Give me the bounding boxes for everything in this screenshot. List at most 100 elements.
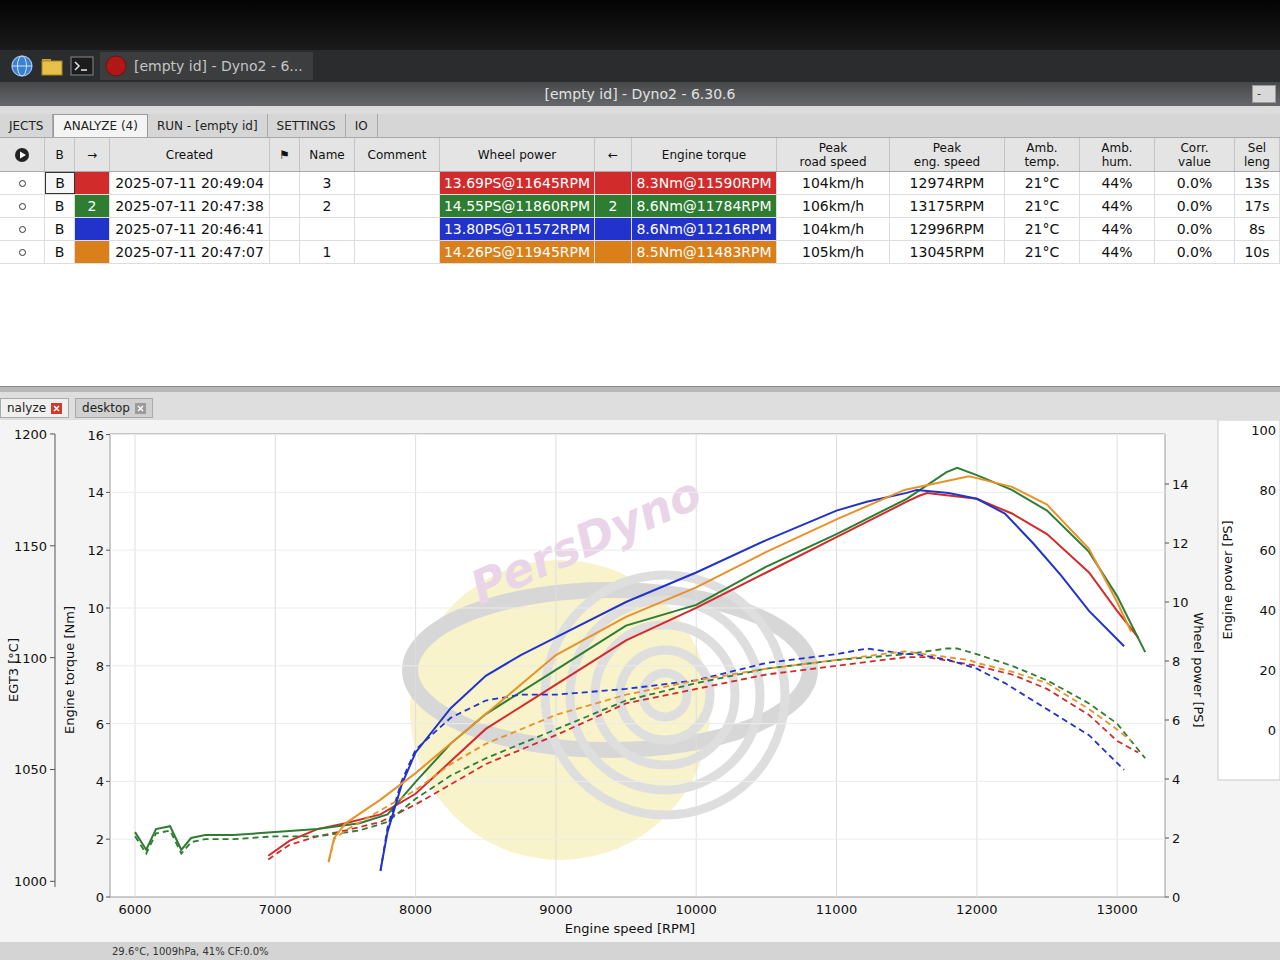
panel-tab[interactable]: nalyze [0, 398, 69, 418]
row-cell[interactable]: B [45, 218, 75, 240]
row-cell[interactable]: 8.6Nm@11784RPM [632, 195, 777, 217]
row-cell[interactable]: 44% [1080, 172, 1155, 194]
header-cell[interactable]: Amb.temp. [1005, 138, 1080, 171]
row-cell[interactable] [355, 218, 440, 240]
task-button[interactable]: [empty id] - Dyno2 - 6... [100, 52, 313, 80]
main-tab[interactable]: ANALYZE (4) [53, 114, 147, 137]
row-cell[interactable]: 17s [1235, 195, 1280, 217]
row-cell[interactable] [270, 172, 300, 194]
row-cell[interactable]: 0.0% [1155, 172, 1235, 194]
header-cell[interactable]: Corr.value [1155, 138, 1235, 171]
close-icon[interactable] [135, 403, 146, 414]
row-cell[interactable]: 8.3Nm@11590RPM [632, 172, 777, 194]
row-cell[interactable]: 105km/h [777, 241, 890, 263]
row-cell[interactable]: B [45, 241, 75, 263]
row-cell[interactable]: 21°C [1005, 241, 1080, 263]
row-cell[interactable]: 0.0% [1155, 218, 1235, 240]
header-cell[interactable]: Peakeng. speed [890, 138, 1005, 171]
row-cell[interactable]: 2 [75, 195, 110, 217]
row-cell[interactable] [595, 218, 632, 240]
panel-tab[interactable]: desktop [75, 398, 153, 418]
row-cell[interactable]: 0.0% [1155, 241, 1235, 263]
row-cell[interactable]: 13175RPM [890, 195, 1005, 217]
row-cell[interactable] [75, 218, 110, 240]
header-cell[interactable]: Engine torque [632, 138, 777, 171]
header-cell[interactable]: B [45, 138, 75, 171]
folder-icon[interactable] [40, 54, 64, 78]
window-button[interactable]: - [1252, 85, 1276, 103]
row-cell[interactable]: 3 [300, 172, 355, 194]
row-cell[interactable]: 14.26PS@11945RPM [440, 241, 595, 263]
row-cell[interactable]: 21°C [1005, 195, 1080, 217]
row-cell[interactable]: 2025-07-11 20:49:04 [110, 172, 270, 194]
row-cell[interactable] [75, 172, 110, 194]
row-cell[interactable]: 13.80PS@11572RPM [440, 218, 595, 240]
row-cell[interactable] [355, 241, 440, 263]
main-tab[interactable]: JECTS [0, 114, 53, 137]
tab-label: IO [355, 119, 368, 133]
row-cell[interactable]: 13045RPM [890, 241, 1005, 263]
row-cell[interactable]: 8.5Nm@11483RPM [632, 241, 777, 263]
row-cell[interactable]: 104km/h [777, 172, 890, 194]
table-row[interactable]: B 2025-07-11 20:49:04 3 13.69PS@11645RPM 8.3… [0, 172, 1280, 195]
row-cell[interactable]: 21°C [1005, 218, 1080, 240]
row-radio[interactable] [19, 180, 26, 187]
main-tab[interactable]: IO [346, 114, 378, 137]
header-cell[interactable]: Wheel power [440, 138, 595, 171]
header-cell[interactable]: ← [595, 138, 632, 171]
row-radio[interactable] [19, 249, 26, 256]
row-cell[interactable] [355, 172, 440, 194]
row-cell[interactable]: 2025-07-11 20:47:07 [110, 241, 270, 263]
row-cell[interactable]: 12996RPM [890, 218, 1005, 240]
row-cell[interactable]: 13s [1235, 172, 1280, 194]
row-cell[interactable] [75, 241, 110, 263]
header-cell[interactable]: Comment [355, 138, 440, 171]
row-cell[interactable]: B [45, 195, 75, 217]
row-cell[interactable] [270, 195, 300, 217]
row-radio[interactable] [19, 203, 26, 210]
row-cell[interactable]: 8s [1235, 218, 1280, 240]
globe-icon[interactable] [10, 54, 34, 78]
row-cell[interactable]: 8.6Nm@11216RPM [632, 218, 777, 240]
header-cell[interactable]: ⚑ [270, 138, 300, 171]
terminal-icon[interactable] [70, 54, 94, 78]
header-cell[interactable]: Peakroad speed [777, 138, 890, 171]
play-icon[interactable] [14, 147, 30, 163]
main-tab[interactable]: SETTINGS [268, 114, 346, 137]
header-cell[interactable]: → [75, 138, 110, 171]
row-cell[interactable]: 14.55PS@11860RPM [440, 195, 595, 217]
row-cell[interactable]: 13.69PS@11645RPM [440, 172, 595, 194]
row-cell[interactable]: 10s [1235, 241, 1280, 263]
row-cell[interactable] [595, 241, 632, 263]
row-cell[interactable]: 0.0% [1155, 195, 1235, 217]
row-cell[interactable]: 21°C [1005, 172, 1080, 194]
row-cell[interactable] [595, 172, 632, 194]
row-cell[interactable] [355, 195, 440, 217]
row-cell[interactable] [270, 218, 300, 240]
row-cell[interactable]: 44% [1080, 218, 1155, 240]
main-tab[interactable]: RUN - [empty id] [148, 114, 268, 137]
row-cell[interactable] [270, 241, 300, 263]
table-row[interactable]: B 2025-07-11 20:47:07 1 14.26PS@11945RPM 8.5… [0, 241, 1280, 264]
row-cell[interactable]: 104km/h [777, 218, 890, 240]
row-cell[interactable]: 2 [300, 195, 355, 217]
row-cell[interactable]: 44% [1080, 241, 1155, 263]
table-row[interactable]: B 2025-07-11 20:46:41 13.80PS@11572RPM 8.6N… [0, 218, 1280, 241]
header-cell[interactable]: Amb.hum. [1080, 138, 1155, 171]
folder-body [42, 61, 62, 75]
row-cell[interactable]: 106km/h [777, 195, 890, 217]
close-icon[interactable] [51, 403, 62, 414]
row-cell[interactable]: B [45, 172, 75, 194]
row-cell[interactable]: 2025-07-11 20:47:38 [110, 195, 270, 217]
row-cell[interactable]: 1 [300, 241, 355, 263]
header-cell[interactable]: Name [300, 138, 355, 171]
row-cell[interactable]: 2 [595, 195, 632, 217]
row-cell[interactable]: 44% [1080, 195, 1155, 217]
table-row[interactable]: B22025-07-11 20:47:38214.55PS@11860RPM28… [0, 195, 1280, 218]
row-cell[interactable]: 2025-07-11 20:46:41 [110, 218, 270, 240]
row-radio[interactable] [19, 226, 26, 233]
header-cell[interactable]: Created [110, 138, 270, 171]
row-cell[interactable] [300, 218, 355, 240]
row-cell[interactable]: 12974RPM [890, 172, 1005, 194]
header-cell[interactable]: Selleng [1235, 138, 1280, 171]
